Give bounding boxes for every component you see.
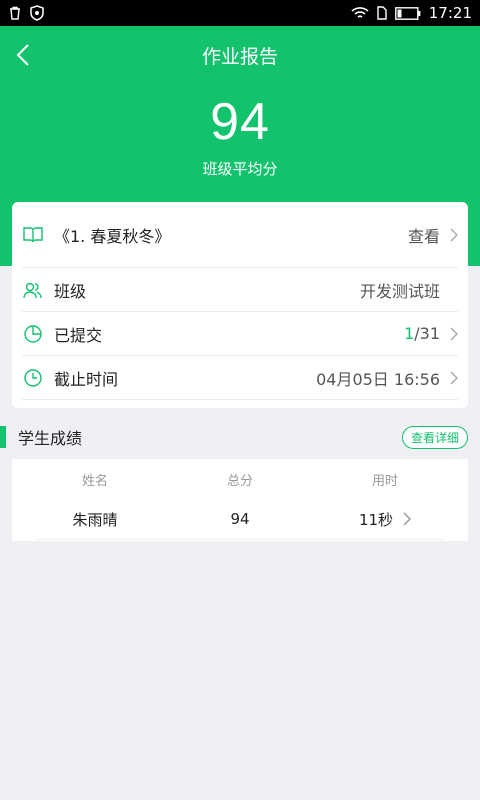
column-header-time: 用时 bbox=[371, 473, 398, 489]
battery-icon bbox=[394, 6, 421, 20]
average-score-label: 班级平均分 bbox=[202, 160, 278, 178]
table-header: 姓名 总分 用时 bbox=[12, 459, 468, 499]
book-icon bbox=[22, 224, 44, 246]
submitted-total: /31 bbox=[414, 324, 440, 343]
student-time-cell: 11秒 bbox=[302, 509, 468, 530]
chevron-right-icon bbox=[440, 227, 458, 242]
chevron-right-icon bbox=[440, 326, 458, 341]
student-score: 94 bbox=[230, 510, 250, 528]
clock-text: 17:21 bbox=[428, 4, 472, 22]
submitted-count: 1 bbox=[404, 324, 415, 343]
scores-table: 姓名 总分 用时 朱雨晴 94 11秒 bbox=[12, 459, 468, 541]
info-card: 《1. 春夏秋冬》 查看 班级 开发测试班 已提交 1/31 截止时间 04月0… bbox=[12, 202, 468, 408]
row-divider bbox=[36, 539, 444, 540]
deadline-value: 04月05日 16:56 bbox=[316, 369, 440, 389]
column-header-name: 姓名 bbox=[81, 473, 108, 489]
shield-icon bbox=[30, 5, 44, 21]
column-header-score: 总分 bbox=[226, 473, 253, 489]
student-time: 11秒 bbox=[358, 510, 394, 529]
sim-icon bbox=[377, 6, 387, 20]
class-row: 班级 开发测试班 bbox=[22, 268, 458, 312]
book-title: 《1. 春夏秋冬》 bbox=[54, 226, 171, 246]
clock-icon bbox=[22, 367, 44, 389]
view-details-button[interactable]: 查看详细 bbox=[401, 425, 468, 449]
chevron-right-icon bbox=[403, 512, 412, 526]
view-link[interactable]: 查看 bbox=[408, 223, 440, 247]
class-label: 班级 bbox=[54, 281, 87, 301]
table-row[interactable]: 朱雨晴 94 11秒 bbox=[12, 499, 468, 540]
scores-section-title: 学生成绩 bbox=[18, 429, 83, 448]
submitted-label: 已提交 bbox=[54, 325, 103, 345]
trash-icon bbox=[8, 6, 22, 20]
page-title: 作业报告 bbox=[201, 46, 278, 68]
chevron-right-icon bbox=[440, 370, 458, 385]
scores-section-header: 学生成绩 查看详细 bbox=[0, 424, 480, 450]
status-bar: 17:21 bbox=[0, 0, 480, 26]
book-row[interactable]: 《1. 春夏秋冬》 查看 bbox=[22, 202, 458, 268]
average-score: 94 bbox=[210, 93, 270, 151]
class-value: 开发测试班 bbox=[359, 281, 440, 301]
student-name: 朱雨晴 bbox=[72, 510, 118, 529]
submitted-row[interactable]: 已提交 1/31 bbox=[22, 312, 458, 356]
section-accent-bar bbox=[0, 426, 6, 448]
wifi-icon bbox=[351, 6, 369, 20]
deadline-label: 截止时间 bbox=[54, 369, 119, 389]
pie-chart-icon bbox=[22, 323, 44, 345]
deadline-row[interactable]: 截止时间 04月05日 16:56 bbox=[22, 356, 458, 400]
submitted-value: 1/31 bbox=[404, 324, 440, 343]
users-icon bbox=[22, 279, 44, 301]
